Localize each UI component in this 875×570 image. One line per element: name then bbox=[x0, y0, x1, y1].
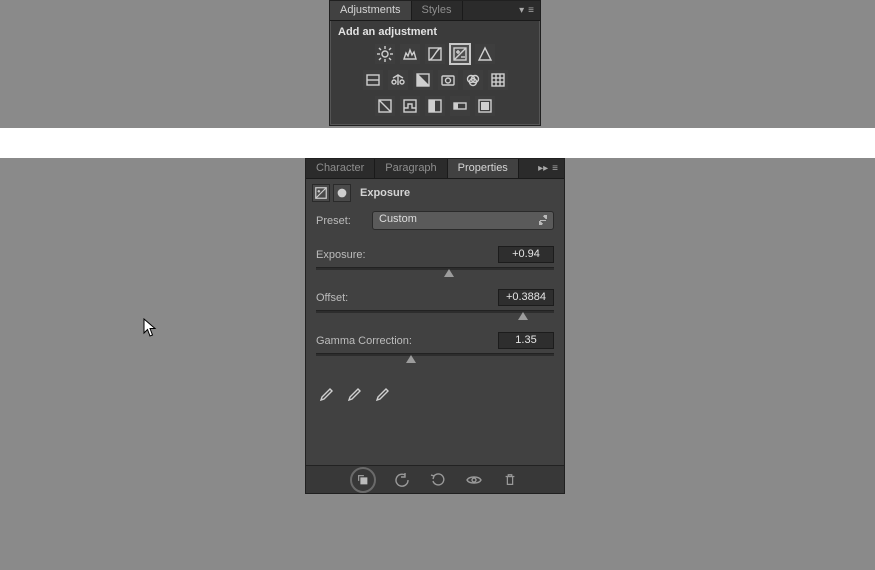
photo-filter-icon[interactable] bbox=[438, 70, 458, 90]
gamma-label: Gamma Correction: bbox=[316, 335, 436, 347]
adjustments-row-2 bbox=[330, 67, 540, 93]
cursor-icon bbox=[143, 318, 157, 338]
exposure-icon[interactable] bbox=[450, 44, 470, 64]
clip-to-layer-button[interactable] bbox=[350, 467, 376, 493]
adjustment-type-icon[interactable] bbox=[312, 184, 330, 202]
offset-value[interactable]: +0.3884 bbox=[498, 289, 554, 306]
hue-saturation-icon[interactable] bbox=[363, 70, 383, 90]
eyedropper-row bbox=[306, 369, 564, 421]
exposure-label: Exposure: bbox=[316, 249, 372, 261]
adjustments-title: Add an adjustment bbox=[330, 21, 540, 41]
levels-icon[interactable] bbox=[400, 44, 420, 64]
tab-styles[interactable]: Styles bbox=[412, 1, 463, 20]
visibility-button[interactable] bbox=[464, 470, 484, 490]
offset-label: Offset: bbox=[316, 292, 372, 304]
tab-character[interactable]: Character bbox=[306, 159, 375, 178]
color-lookup-icon[interactable] bbox=[488, 70, 508, 90]
tab-adjustments[interactable]: Adjustments bbox=[330, 1, 412, 20]
exposure-slider[interactable] bbox=[316, 265, 554, 277]
gradient-map-icon[interactable] bbox=[450, 96, 470, 116]
adjustments-row-3 bbox=[330, 93, 540, 119]
gamma-slider[interactable] bbox=[316, 351, 554, 363]
brightness-contrast-icon[interactable] bbox=[375, 44, 395, 64]
threshold-icon[interactable] bbox=[425, 96, 445, 116]
black-white-icon[interactable] bbox=[413, 70, 433, 90]
delete-button[interactable] bbox=[500, 470, 520, 490]
eyedropper-gray-icon[interactable] bbox=[346, 387, 362, 403]
gamma-value[interactable]: 1.35 bbox=[498, 332, 554, 349]
adjustments-row-1 bbox=[330, 41, 540, 67]
adjustments-tabbar: Adjustments Styles ▾ ≡ bbox=[330, 1, 540, 21]
color-balance-icon[interactable] bbox=[388, 70, 408, 90]
eyedropper-black-icon[interactable] bbox=[318, 387, 334, 403]
properties-panel-menu[interactable]: ▸▸ ≡ bbox=[532, 163, 564, 174]
reset-button[interactable] bbox=[428, 470, 448, 490]
adjustments-panel: Adjustments Styles ▾ ≡ Add an adjustment bbox=[329, 0, 541, 126]
properties-panel: Character Paragraph Properties ▸▸ ≡ Expo… bbox=[305, 158, 565, 494]
tab-paragraph[interactable]: Paragraph bbox=[375, 159, 447, 178]
view-previous-button[interactable] bbox=[392, 470, 412, 490]
properties-footer bbox=[306, 465, 564, 493]
menu-icon: ≡ bbox=[552, 163, 558, 174]
preset-dropdown[interactable]: Custom bbox=[372, 211, 554, 230]
properties-tabbar: Character Paragraph Properties ▸▸ ≡ bbox=[306, 159, 564, 179]
mask-icon[interactable] bbox=[333, 184, 351, 202]
menu-icon: ≡ bbox=[528, 5, 534, 16]
expand-icon: ▸▸ bbox=[538, 163, 548, 174]
tab-properties[interactable]: Properties bbox=[448, 159, 519, 178]
channel-mixer-icon[interactable] bbox=[463, 70, 483, 90]
offset-slider-thumb[interactable] bbox=[518, 312, 528, 320]
gamma-slider-thumb[interactable] bbox=[406, 355, 416, 363]
curves-icon[interactable] bbox=[425, 44, 445, 64]
collapse-icon: ▾ bbox=[519, 5, 524, 16]
offset-slider[interactable] bbox=[316, 308, 554, 320]
exposure-value[interactable]: +0.94 bbox=[498, 246, 554, 263]
selective-color-icon[interactable] bbox=[475, 96, 495, 116]
eyedropper-white-icon[interactable] bbox=[374, 387, 390, 403]
vibrance-icon[interactable] bbox=[475, 44, 495, 64]
panel-menu-button[interactable]: ▾ ≡ bbox=[513, 5, 540, 16]
adjustment-name: Exposure bbox=[354, 187, 410, 199]
exposure-slider-thumb[interactable] bbox=[444, 269, 454, 277]
preset-label: Preset: bbox=[316, 215, 372, 227]
posterize-icon[interactable] bbox=[400, 96, 420, 116]
invert-icon[interactable] bbox=[375, 96, 395, 116]
